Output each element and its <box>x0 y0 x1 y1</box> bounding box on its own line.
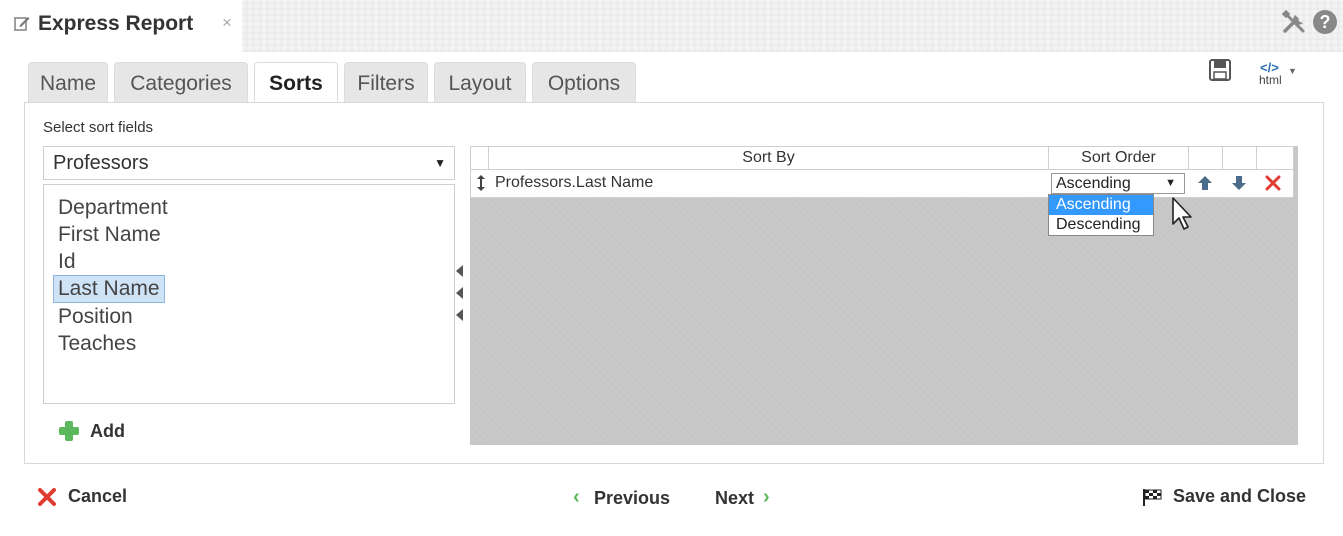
table-row: Professors.Last Name Ascending ▼ <box>470 170 1294 198</box>
table-select[interactable]: Professors ▼ <box>43 146 455 180</box>
help-icon[interactable]: ? <box>1313 10 1337 34</box>
sort-grid-header: Sort By Sort Order <box>470 146 1294 170</box>
tab-layout[interactable]: Layout <box>434 62 526 102</box>
header-spacer <box>1189 147 1223 169</box>
list-item-selected[interactable]: Last Name <box>53 275 165 303</box>
add-label: Add <box>90 421 125 441</box>
delete-icon[interactable] <box>1265 175 1281 191</box>
previous-label: Previous <box>594 488 671 508</box>
drag-handle-icon[interactable] <box>476 174 486 192</box>
tab-sorts[interactable]: Sorts <box>254 62 338 104</box>
move-left-icon[interactable] <box>456 265 464 277</box>
edit-icon <box>14 17 30 31</box>
list-item[interactable]: Department <box>54 195 172 221</box>
title-bar: Express Report × ? <box>0 0 1343 52</box>
save-icon[interactable] <box>1209 59 1231 81</box>
list-item[interactable]: Teaches <box>54 331 140 357</box>
move-down-icon[interactable] <box>1231 175 1247 191</box>
cancel-button[interactable]: Cancel <box>38 486 138 510</box>
column-header-sort-order: Sort Order <box>1049 147 1189 169</box>
field-list[interactable]: Department First Name Id Last Name Posit… <box>43 184 455 404</box>
cancel-label: Cancel <box>68 486 128 506</box>
chevron-down-icon: ▼ <box>1288 66 1297 76</box>
mouse-cursor-icon <box>1172 197 1192 230</box>
sort-order-value: Ascending <box>1056 175 1131 192</box>
select-sort-fields-label: Select sort fields <box>43 119 154 136</box>
save-and-close-button[interactable]: Save and Close <box>1141 486 1311 510</box>
sort-order-dropdown[interactable]: Ascending Descending <box>1048 194 1154 236</box>
list-item[interactable]: Position <box>54 304 137 330</box>
tab-options[interactable]: Options <box>532 62 636 102</box>
tab-filters[interactable]: Filters <box>344 62 428 102</box>
move-left-icon[interactable] <box>456 309 464 321</box>
header-spacer <box>1223 147 1257 169</box>
option-ascending[interactable]: Ascending <box>1049 195 1153 215</box>
close-tab-icon[interactable]: × <box>222 13 232 33</box>
next-label: Next <box>715 488 755 508</box>
chevron-down-icon: ▼ <box>434 156 446 170</box>
next-button[interactable]: Next › <box>715 486 785 510</box>
option-descending[interactable]: Descending <box>1049 215 1153 235</box>
chevron-right-icon: › <box>763 486 770 508</box>
list-item[interactable]: First Name <box>54 222 165 248</box>
close-icon <box>38 488 56 506</box>
previous-button[interactable]: ‹ Previous <box>573 486 683 510</box>
plus-icon <box>59 421 79 441</box>
report-title-tab[interactable]: Express Report × <box>0 0 242 52</box>
html-export-icon[interactable]: </> html ▼ <box>1256 60 1297 92</box>
tab-categories[interactable]: Categories <box>114 62 248 102</box>
save-and-close-label: Save and Close <box>1173 486 1307 506</box>
chevron-left-icon: ‹ <box>573 486 580 508</box>
column-header-sort-by: Sort By <box>489 147 1049 169</box>
tools-icon[interactable] <box>1281 9 1309 37</box>
move-left-icon[interactable] <box>456 287 464 299</box>
sort-order-select[interactable]: Ascending ▼ <box>1051 173 1185 194</box>
checkered-flag-icon <box>1143 489 1162 506</box>
tab-name[interactable]: Name <box>28 62 108 102</box>
header-spacer <box>471 147 489 169</box>
table-select-value: Professors <box>53 152 149 174</box>
chevron-down-icon: ▼ <box>1165 177 1176 189</box>
report-title: Express Report <box>38 12 194 35</box>
header-spacer <box>1257 147 1293 169</box>
html-label: html <box>1259 73 1282 87</box>
list-item[interactable]: Id <box>54 249 80 275</box>
sort-field-name: Professors.Last Name <box>495 174 654 191</box>
move-up-icon[interactable] <box>1197 175 1213 191</box>
